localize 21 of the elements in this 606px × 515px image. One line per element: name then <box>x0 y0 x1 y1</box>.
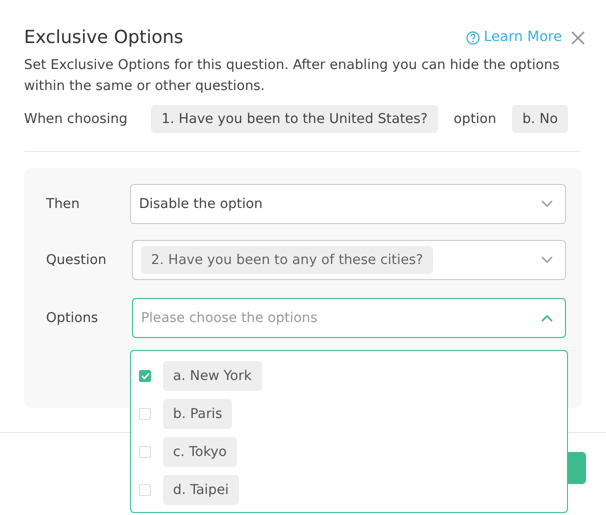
option-item[interactable]: c. Tokyo <box>163 437 237 468</box>
chevron-down-icon <box>541 256 553 264</box>
option-item[interactable]: b. Paris <box>163 399 232 430</box>
chevron-down-icon <box>541 200 553 208</box>
checkbox[interactable] <box>139 370 151 382</box>
option-item[interactable]: d. Taipei <box>163 475 239 506</box>
option-tag: b. No <box>512 105 568 134</box>
field-label: Question <box>45 251 108 270</box>
chevron-up-icon <box>541 314 553 322</box>
description-text: Set Exclusive Options for this question. After enabling you can hide the options within the same or other questions. <box>24 56 561 96</box>
question-tag: 2. Have you been to any of these cities? <box>141 246 434 274</box>
help-icon <box>466 30 480 44</box>
action-select[interactable]: Disable the option <box>130 184 566 224</box>
condition-label: option <box>454 110 496 129</box>
option-item[interactable]: a. New York <box>163 361 262 392</box>
condition-label: When choosing <box>24 110 128 129</box>
dialog-title: Exclusive Options <box>24 26 184 50</box>
question-select[interactable]: 2. Have you been to any of these cities? <box>132 240 566 280</box>
question-tag: 1. Have you been to the United States? <box>151 105 438 134</box>
field-label: Then <box>45 195 81 214</box>
field-label: Options <box>45 309 100 328</box>
